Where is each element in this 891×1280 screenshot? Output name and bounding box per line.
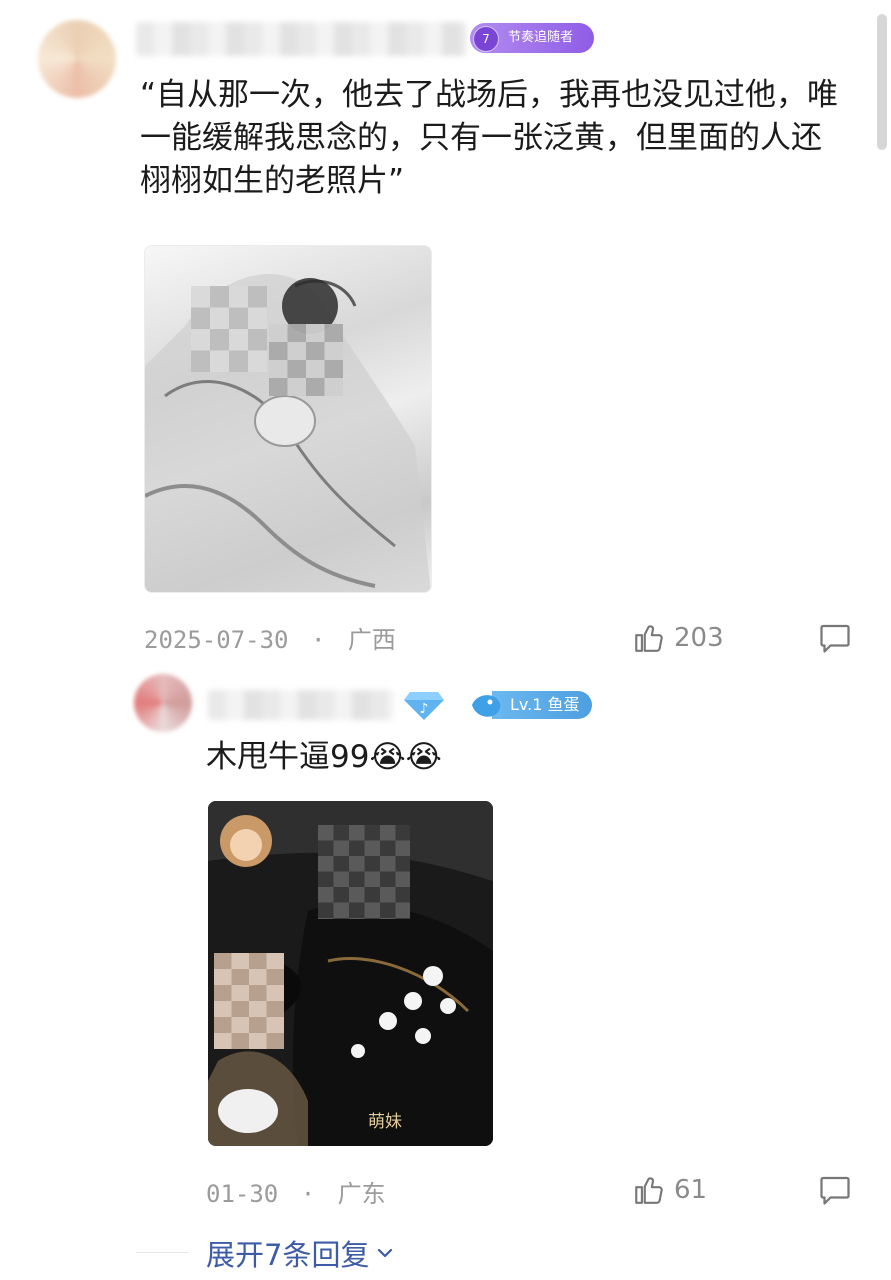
- comment-icon: [820, 1176, 850, 1205]
- reply-button[interactable]: [816, 620, 854, 660]
- thumbs-up-icon: [635, 1177, 663, 1204]
- scrollbar[interactable]: [877, 14, 887, 150]
- reply-username-blurred[interactable]: [208, 690, 394, 720]
- meta-separator: ·: [300, 1180, 316, 1208]
- fan-level-badge[interactable]: Lv.1 鱼蛋: [468, 688, 592, 722]
- comment-meta: 2025-07-30 · 广西: [144, 620, 396, 655]
- diamond-badge[interactable]: ♪: [404, 686, 444, 724]
- expand-replies-label: 展开7条回复: [206, 1238, 370, 1272]
- comment-location: 广西: [347, 626, 396, 654]
- expand-divider: [136, 1252, 188, 1253]
- reply-location: 广东: [337, 1180, 386, 1208]
- reply-text: 木甩牛逼99😭😭: [206, 739, 442, 775]
- level-number: 7: [473, 26, 499, 52]
- face-mosaic: [214, 953, 284, 1049]
- image-caption: 萌妹: [368, 1112, 402, 1132]
- comment-icon: [820, 624, 850, 653]
- svg-text:♪: ♪: [420, 701, 429, 717]
- reply-like-button[interactable]: 61: [632, 1170, 707, 1210]
- face-mosaic: [318, 825, 410, 919]
- like-button[interactable]: 203: [632, 618, 724, 658]
- reply-date: 01-30: [206, 1180, 279, 1208]
- face-mosaic: [191, 286, 267, 372]
- comment-image[interactable]: [144, 245, 432, 593]
- reply-image[interactable]: 萌妹: [208, 801, 493, 1146]
- diamond-music-icon: ♪: [404, 692, 444, 720]
- comment-date: 2025-07-30: [144, 626, 289, 654]
- chevron-down-icon: [378, 1248, 393, 1258]
- username-blurred[interactable]: [136, 22, 466, 56]
- badge-label: 节奏追随者: [508, 30, 574, 45]
- sketch-illustration: [145, 273, 431, 592]
- level-badge-label: Lv.1 鱼蛋: [492, 691, 592, 719]
- reply-meta: 01-30 · 广东: [206, 1174, 386, 1209]
- reply-avatar[interactable]: [134, 674, 192, 732]
- fan-level-badge[interactable]: 7 节奏追随者: [470, 23, 594, 53]
- thumbs-up-icon: [635, 625, 663, 652]
- avatar[interactable]: [38, 20, 116, 98]
- face-mosaic: [269, 324, 343, 396]
- comment-text: “自从那一次，他去了战场后，我再也没见过他，唯一能缓解我思念的，只有一张泛黄，但…: [140, 77, 839, 199]
- expand-replies-button[interactable]: 展开7条回复: [206, 1232, 395, 1274]
- meta-separator: ·: [310, 626, 326, 654]
- like-count: 203: [674, 623, 724, 653]
- like-count: 61: [674, 1175, 708, 1205]
- reply-reply-button[interactable]: [816, 1172, 854, 1212]
- fish-badge-icon: [472, 695, 501, 717]
